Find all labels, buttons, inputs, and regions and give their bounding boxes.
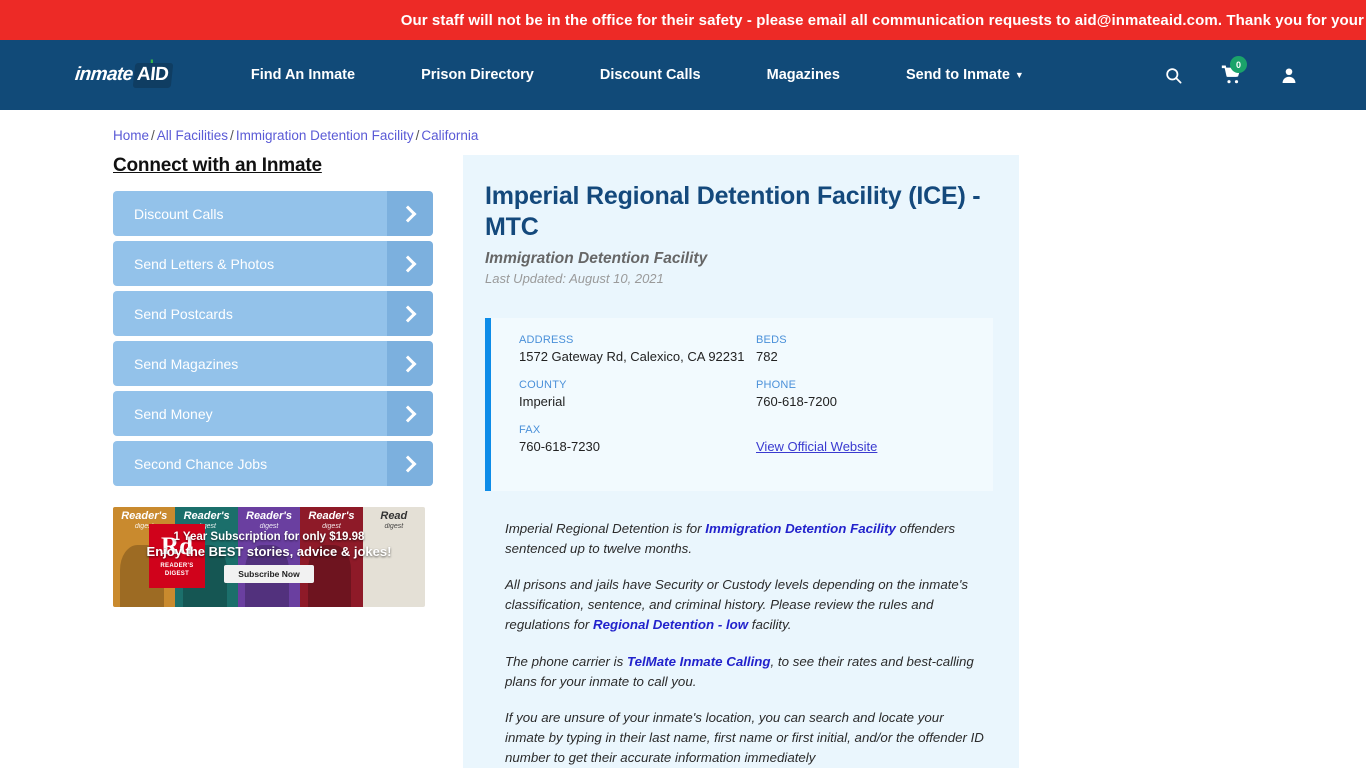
nav-item-discount-calls[interactable]: Discount Calls: [567, 67, 734, 83]
breadcrumb-item-home[interactable]: Home: [113, 128, 149, 143]
sidebar-item-label: Discount Calls: [134, 205, 224, 222]
sidebar-item-send-money[interactable]: Send Money: [113, 391, 433, 436]
nav-links: Find An Inmate Prison Directory Discount…: [218, 67, 1057, 83]
sidebar-item-send-magazines[interactable]: Send Magazines: [113, 341, 433, 386]
info-value: 760-618-7230: [519, 438, 600, 454]
sidebar-item-label: Send Money: [134, 405, 213, 422]
chevron-right-icon: [387, 341, 433, 386]
site-logo[interactable]: inmate ✛ AID: [73, 58, 174, 88]
nav-label: Send to Inmate: [905, 67, 1010, 83]
nav-label: Find An Inmate: [250, 67, 356, 83]
description-paragraph-4: If you are unsure of your inmate's locat…: [505, 709, 984, 766]
last-updated: Last Updated: August 10, 2021: [485, 270, 664, 286]
nav-item-send-to-inmate[interactable]: Send to Inmate ▼: [873, 67, 1057, 83]
link-regional-detention-low[interactable]: Regional Detention - low: [593, 617, 748, 632]
breadcrumb-separator: /: [230, 128, 234, 143]
advertisement-banner[interactable]: Reader's digest Reader's digest Reader's…: [113, 507, 425, 607]
chevron-right-icon: [387, 291, 433, 336]
cart-icon[interactable]: 0: [1221, 56, 1247, 85]
chevron-right-icon: [387, 241, 433, 286]
sidebar-item-send-postcards[interactable]: Send Postcards: [113, 291, 433, 336]
nav-icon-group: 0: [1164, 56, 1298, 85]
sidebar-item-discount-calls[interactable]: Discount Calls: [113, 191, 433, 236]
sidebar-item-label: Send Letters & Photos: [134, 255, 275, 272]
sidebar-heading: Connect with an Inmate: [113, 155, 322, 176]
search-icon[interactable]: [1164, 66, 1183, 85]
info-label: FAX: [519, 423, 541, 436]
sidebar-item-label: Send Magazines: [134, 355, 239, 372]
info-value: Imperial: [519, 393, 566, 409]
description-paragraph-3: The phone carrier is TelMate Inmate Call…: [505, 652, 987, 692]
para1-text-a: Imperial Regional Detention is for: [505, 520, 706, 536]
facility-description: Imperial Regional Detention is for Immig…: [485, 491, 993, 768]
content-columns: Connect with an Inmate Discount Calls Se…: [0, 155, 1366, 768]
info-fax: FAX 760-618-7230: [519, 424, 756, 454]
page-body: Home / All Facilities / Immigration Detentio…: [0, 110, 1366, 768]
info-label: ADDRESS: [519, 333, 574, 346]
main-navigation: inmate ✛ AID Find An Inmate Prison Direc…: [0, 40, 1366, 110]
logo-wordmark: inmate: [73, 64, 134, 85]
breadcrumb: Home / All Facilities / Immigration Detentio…: [0, 110, 1366, 143]
info-value: 1572 Gateway Rd, Calexico, CA 92231: [519, 348, 745, 364]
info-website: View Official Website: [756, 424, 993, 456]
facility-info-card: ADDRESS 1572 Gateway Rd, Calexico, CA 92…: [485, 317, 993, 491]
official-website-link[interactable]: View Official Website: [756, 439, 877, 454]
nav-label: Discount Calls: [599, 67, 701, 83]
info-label: COUNTY: [519, 378, 567, 391]
breadcrumb-item-immigration-detention-facility[interactable]: Immigration Detention Facility: [236, 128, 414, 143]
cart-count-badge: 0: [1230, 56, 1247, 73]
sidebar-item-second-chance-jobs[interactable]: Second Chance Jobs: [113, 441, 433, 486]
breadcrumb-separator: /: [151, 128, 155, 143]
user-icon[interactable]: [1280, 66, 1298, 85]
site-alert-banner: Our staff will not be in the office for …: [0, 0, 1366, 40]
chevron-down-icon: ▼: [1014, 70, 1024, 81]
ad-headline: 1 Year Subscription for only $19.98: [173, 531, 365, 543]
link-telmate-inmate-calling[interactable]: TelMate Inmate Calling: [627, 654, 771, 669]
info-column-left: ADDRESS 1572 Gateway Rd, Calexico, CA 92…: [519, 334, 756, 471]
link-immigration-detention-facility[interactable]: Immigration Detention Facility: [705, 521, 896, 536]
ad-subheadline: Enjoy the BEST stories, advice & jokes!: [146, 544, 392, 559]
site-alert-text: Our staff will not be in the office for …: [400, 11, 1366, 29]
chevron-right-icon: [387, 191, 433, 236]
chevron-right-icon: [387, 441, 433, 486]
logo-badge: AID: [132, 62, 174, 88]
info-value: 760-618-7200: [756, 393, 837, 409]
page-title: Imperial Regional Detention Facility (IC…: [485, 182, 981, 241]
para2-text-b: facility.: [748, 617, 792, 633]
breadcrumb-item-california[interactable]: California: [421, 128, 478, 143]
chevron-right-icon: [387, 391, 433, 436]
info-label: PHONE: [756, 378, 797, 391]
sidebar-item-send-letters-photos[interactable]: Send Letters & Photos: [113, 241, 433, 286]
para3-text-a: The phone carrier is: [505, 653, 627, 669]
sidebar: Connect with an Inmate Discount Calls Se…: [113, 155, 450, 768]
ad-overlay: 1 Year Subscription for only $19.98 Enjo…: [113, 507, 425, 607]
info-beds: BEDS 782: [756, 334, 993, 364]
info-address: ADDRESS 1572 Gateway Rd, Calexico, CA 92…: [519, 334, 756, 364]
nav-label: Prison Directory: [421, 67, 534, 83]
nav-item-find-an-inmate[interactable]: Find An Inmate: [218, 67, 388, 83]
info-label: BEDS: [756, 333, 787, 346]
nav-item-magazines[interactable]: Magazines: [734, 67, 873, 83]
breadcrumb-item-all-facilities[interactable]: All Facilities: [157, 128, 228, 143]
description-paragraph-1: Imperial Regional Detention is for Immig…: [505, 519, 987, 559]
facility-type: Immigration Detention Facility: [485, 249, 708, 267]
sidebar-item-label: Send Postcards: [134, 305, 233, 322]
info-phone: PHONE 760-618-7200: [756, 379, 993, 409]
nav-item-prison-directory[interactable]: Prison Directory: [388, 67, 567, 83]
sidebar-item-label: Second Chance Jobs: [134, 455, 268, 472]
ad-subscribe-button[interactable]: Subscribe Now: [224, 565, 314, 583]
facility-detail-card: Imperial Regional Detention Facility (IC…: [463, 155, 1019, 768]
info-column-right: BEDS 782 PHONE 760-618-7200 View Officia…: [756, 334, 993, 471]
info-value: 782: [756, 348, 778, 364]
info-county: COUNTY Imperial: [519, 379, 756, 409]
description-paragraph-2: All prisons and jails have Security or C…: [505, 575, 987, 636]
nav-label: Magazines: [766, 67, 840, 83]
